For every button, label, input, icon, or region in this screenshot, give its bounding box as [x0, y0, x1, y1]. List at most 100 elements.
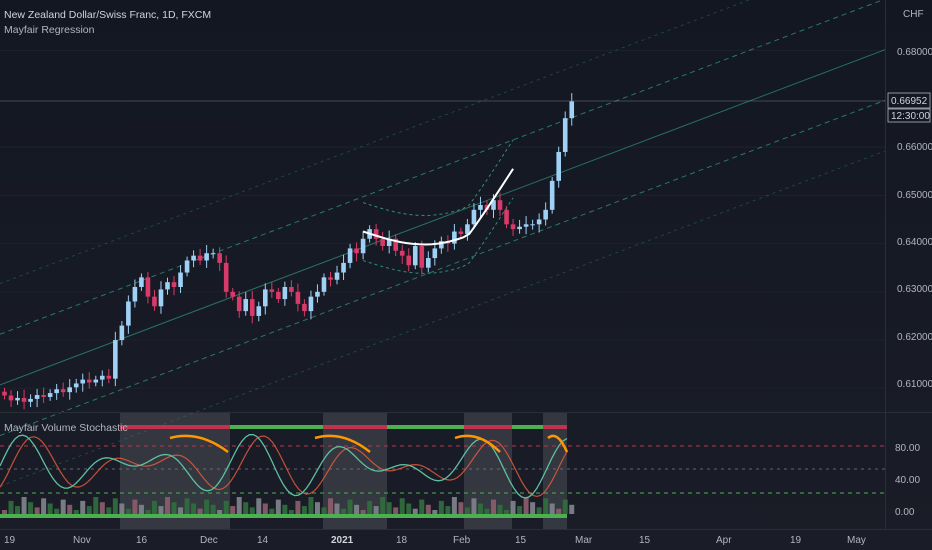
volume-bar	[556, 508, 562, 514]
price-tick: 0.64000	[897, 237, 932, 248]
candle-up	[119, 325, 125, 341]
volume-bar	[517, 506, 523, 514]
volume-bar	[2, 510, 7, 514]
state-bar	[323, 425, 387, 429]
price-tick: 0.68000	[897, 47, 932, 58]
candle-up	[263, 289, 268, 307]
candle-down	[230, 291, 235, 297]
date-tick: 19	[4, 535, 16, 546]
candle-down	[510, 224, 516, 230]
volume-bar	[262, 503, 268, 514]
volume-bar	[47, 503, 53, 514]
volume-bar	[406, 503, 412, 514]
candle-up	[543, 209, 548, 220]
volume-bar	[191, 503, 197, 514]
candle-up	[517, 226, 522, 230]
candle-down	[171, 282, 177, 287]
candle-down	[86, 379, 92, 383]
volume-bar	[536, 507, 542, 514]
candle-down	[373, 229, 379, 239]
osc-level-tick: 80.00	[895, 443, 920, 454]
volume-bar	[458, 502, 464, 514]
state-bar	[230, 425, 323, 429]
volume-bar	[21, 497, 27, 514]
volume-bar	[158, 506, 164, 514]
date-tick: 15	[515, 535, 527, 546]
candle-down	[458, 231, 464, 234]
candle-up	[452, 231, 457, 244]
candle-up	[54, 389, 59, 394]
volume-bar	[399, 498, 405, 514]
volume-bar	[451, 497, 457, 514]
volume-bar	[73, 510, 79, 514]
candle-up	[28, 398, 33, 402]
state-bar	[120, 425, 230, 429]
candle-up	[334, 272, 340, 280]
candle-up	[15, 397, 20, 401]
date-tick: 14	[257, 535, 269, 546]
date-tick-year: 2021	[331, 535, 354, 546]
volume-bar	[301, 506, 307, 514]
volume-bar	[308, 497, 314, 514]
currency-label: CHF	[903, 9, 924, 20]
last-price-value: 0.66952	[891, 96, 928, 107]
volume-bar	[230, 506, 236, 514]
volume-bar	[419, 499, 425, 514]
oscillator-title[interactable]: Mayfair Volume Stochastic	[4, 422, 128, 434]
volume-bar	[165, 497, 170, 514]
volume-bar	[562, 499, 568, 514]
volume-bar	[60, 499, 66, 514]
date-tick: Mar	[575, 535, 593, 546]
state-bar	[543, 425, 567, 429]
volume-bar	[138, 504, 144, 514]
candle-down	[504, 209, 509, 225]
candle-up	[347, 248, 353, 263]
date-tick: 18	[396, 535, 408, 546]
volume-bar	[132, 499, 138, 514]
volume-bar	[145, 510, 151, 514]
volume-bar	[380, 497, 386, 514]
volume-bar	[328, 498, 333, 514]
candle-down	[419, 246, 425, 268]
candle-down	[2, 391, 7, 396]
price-tick: 0.65000	[897, 190, 932, 201]
volume-bar	[484, 508, 490, 514]
volume-baseline-bar	[0, 514, 567, 518]
candle-up	[341, 262, 346, 273]
price-tick: 0.61000	[897, 379, 932, 390]
candle-up	[465, 224, 470, 234]
date-tick: Nov	[73, 535, 91, 546]
candle-up	[530, 224, 535, 226]
volume-bar	[223, 500, 229, 514]
chart-svg[interactable]: New Zealand Dollar/Swiss Franc, 1D, FXCM…	[0, 0, 932, 550]
candle-up	[256, 306, 262, 316]
indicator-title[interactable]: Mayfair Regression	[4, 24, 95, 36]
osc-level-tick: 0.00	[895, 507, 915, 518]
candle-down	[328, 277, 333, 280]
volume-bar	[93, 497, 99, 514]
volume-bar	[28, 502, 34, 514]
volume-bar	[334, 503, 340, 514]
volume-bar	[341, 508, 347, 514]
volume-bar	[471, 498, 477, 514]
volume-bar	[249, 507, 255, 514]
candle-up	[556, 151, 561, 181]
volume-bar	[217, 510, 223, 514]
volume-bar	[178, 507, 184, 514]
candle-down	[60, 389, 66, 393]
candle-down	[406, 255, 412, 266]
candle-up	[562, 118, 568, 152]
volume-bar	[432, 510, 438, 514]
candle-down	[197, 255, 203, 261]
candle-down	[223, 262, 229, 292]
volume-bar	[99, 502, 105, 514]
volume-bar	[530, 502, 536, 514]
volume-bar	[125, 508, 131, 514]
osc-level-tick: 40.00	[895, 475, 920, 486]
date-tick: 15	[639, 535, 651, 546]
volume-bar	[360, 510, 366, 514]
symbol-title[interactable]: New Zealand Dollar/Swiss Franc, 1D, FXCM	[4, 9, 211, 21]
volume-bar	[321, 507, 327, 514]
volume-bar	[282, 504, 288, 514]
volume-bar	[543, 498, 549, 514]
